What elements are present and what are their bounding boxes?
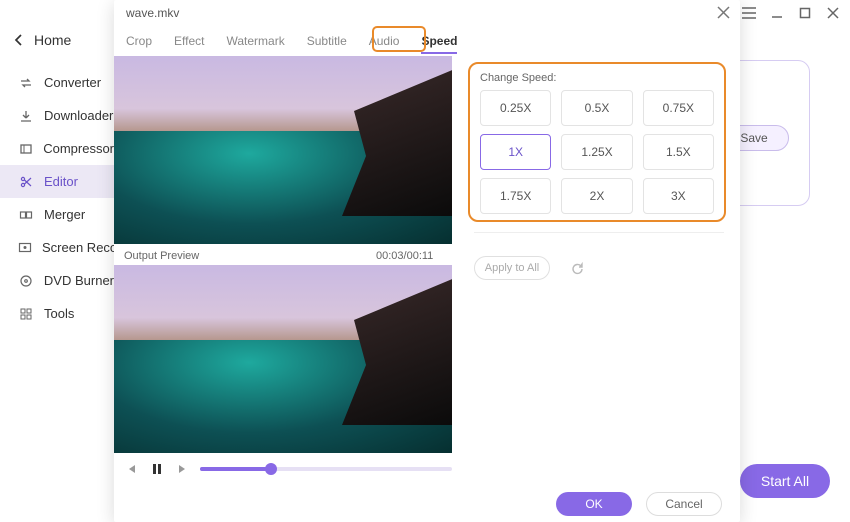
playback-bar	[122, 460, 452, 478]
sidebar-item-label: Converter	[44, 75, 101, 90]
home-label: Home	[34, 32, 71, 48]
sidebar-item-compressor[interactable]: Compressor	[0, 132, 114, 165]
dialog-title: wave.mkv	[126, 6, 179, 20]
editor-tabs: Crop Effect Watermark Subtitle Audio Spe…	[126, 34, 457, 54]
apply-to-all-button[interactable]: Apply to All	[474, 256, 550, 280]
pause-button[interactable]	[148, 460, 166, 478]
output-preview	[114, 265, 452, 453]
tab-speed[interactable]: Speed	[421, 34, 457, 54]
seek-slider[interactable]	[200, 467, 452, 471]
sidebar-item-screen-recorder[interactable]: Screen Recorder	[0, 231, 114, 264]
dialog-close-icon[interactable]	[717, 6, 730, 19]
download-icon	[18, 109, 34, 123]
editor-dialog: wave.mkv Crop Effect Watermark Subtitle …	[114, 0, 740, 522]
sidebar: Home Converter Downloader Compressor Edi…	[0, 0, 114, 522]
speed-option-0-5x[interactable]: 0.5X	[561, 90, 632, 126]
speed-option-0-75x[interactable]: 0.75X	[643, 90, 714, 126]
sidebar-item-tools[interactable]: Tools	[0, 297, 114, 330]
compressor-icon	[18, 142, 33, 156]
sidebar-item-label: Editor	[44, 174, 78, 189]
minimize-icon[interactable]	[770, 6, 784, 20]
speed-option-1-25x[interactable]: 1.25X	[561, 134, 632, 170]
disc-icon	[18, 274, 34, 288]
tab-subtitle[interactable]: Subtitle	[307, 34, 347, 54]
sidebar-item-merger[interactable]: Merger	[0, 198, 114, 231]
output-preview-label: Output Preview	[124, 250, 199, 262]
tab-crop[interactable]: Crop	[126, 34, 152, 54]
tab-effect[interactable]: Effect	[174, 34, 204, 54]
source-preview	[114, 56, 452, 244]
tab-watermark[interactable]: Watermark	[226, 34, 284, 54]
grid-icon	[18, 307, 34, 321]
sidebar-item-editor[interactable]: Editor	[0, 165, 114, 198]
speed-panel-title: Change Speed:	[480, 72, 714, 84]
hamburger-icon[interactable]	[742, 6, 756, 20]
speed-option-3x[interactable]: 3X	[643, 178, 714, 214]
sidebar-item-label: Merger	[44, 207, 85, 222]
speed-option-1-5x[interactable]: 1.5X	[643, 134, 714, 170]
timecode-label: 00:03/00:11	[376, 250, 433, 262]
cancel-button[interactable]: Cancel	[646, 492, 722, 516]
sidebar-item-dvd-burner[interactable]: DVD Burner	[0, 264, 114, 297]
start-all-button[interactable]: Start All	[740, 464, 830, 498]
ok-button[interactable]: OK	[556, 492, 632, 516]
speed-option-2x[interactable]: 2X	[561, 178, 632, 214]
divider	[474, 232, 724, 233]
back-chevron-icon	[14, 33, 24, 47]
sidebar-item-label: Downloader	[44, 108, 113, 123]
dialog-footer: OK Cancel	[114, 486, 740, 522]
sidebar-item-label: Compressor	[43, 141, 114, 156]
outer-window-controls	[742, 6, 840, 20]
next-frame-button[interactable]	[174, 460, 192, 478]
speed-panel: Change Speed: 0.25X 0.5X 0.75X 1X 1.25X …	[468, 62, 726, 222]
scissors-icon	[18, 175, 34, 189]
sidebar-item-label: Tools	[44, 306, 74, 321]
speed-option-1-75x[interactable]: 1.75X	[480, 178, 551, 214]
sidebar-item-converter[interactable]: Converter	[0, 66, 114, 99]
speed-option-0-25x[interactable]: 0.25X	[480, 90, 551, 126]
close-window-icon[interactable]	[826, 6, 840, 20]
prev-frame-button[interactable]	[122, 460, 140, 478]
reset-icon[interactable]	[570, 261, 585, 276]
maximize-icon[interactable]	[798, 6, 812, 20]
sidebar-item-downloader[interactable]: Downloader	[0, 99, 114, 132]
screen-recorder-icon	[18, 241, 32, 255]
tab-audio[interactable]: Audio	[369, 34, 400, 54]
speed-option-1x[interactable]: 1X	[480, 134, 551, 170]
sidebar-item-label: DVD Burner	[44, 273, 114, 288]
merger-icon	[18, 208, 34, 222]
converter-icon	[18, 76, 34, 90]
home-nav[interactable]: Home	[0, 26, 114, 66]
